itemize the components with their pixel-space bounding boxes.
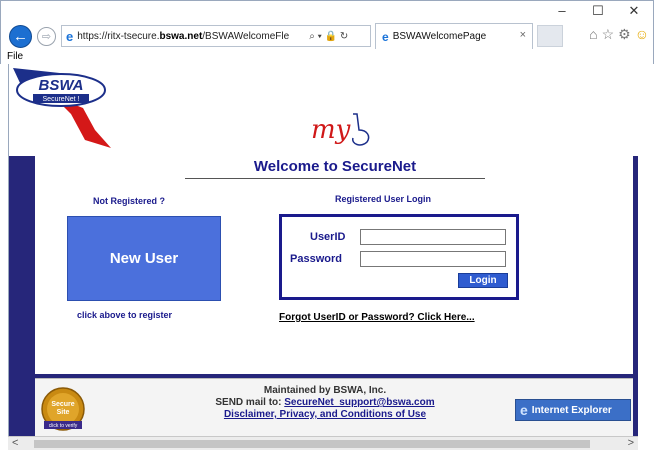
address-bar[interactable]: e https://ritx-tsecure.bswa.net/BSWAWelc… bbox=[61, 25, 371, 47]
ie-logo-icon: e bbox=[520, 402, 528, 418]
home-icon[interactable]: ⌂ bbox=[589, 26, 597, 43]
userid-input[interactable] bbox=[360, 229, 506, 245]
tab-close-icon[interactable]: × bbox=[520, 29, 526, 41]
maximize-button[interactable]: ☐ bbox=[591, 3, 605, 19]
support-email-link[interactable]: SecureNet_support@bswa.com bbox=[284, 397, 434, 408]
my-florida-logo: my bbox=[311, 113, 370, 146]
scroll-left-icon[interactable]: < bbox=[12, 437, 18, 449]
ie-site-icon: e bbox=[66, 28, 74, 44]
main-content: Welcome to SecureNet Not Registered ? Ne… bbox=[35, 156, 633, 374]
page-title: Welcome to SecureNet bbox=[253, 158, 417, 175]
tab-favicon-icon: e bbox=[382, 29, 389, 44]
address-bar-icons[interactable]: ⌕ ▾ 🔒 ↻ bbox=[309, 31, 348, 42]
not-registered-label: Not Registered ? bbox=[93, 196, 166, 206]
url-domain: bswa.net bbox=[159, 30, 203, 42]
send-mail-label: SEND mail to: bbox=[215, 397, 282, 408]
page-content: BSWA SecureNet ! my Welcome to SecureNet… bbox=[8, 64, 638, 436]
seal-line-2: Site bbox=[57, 409, 70, 416]
page-footer: Secure Site click to verify Maintained b… bbox=[35, 378, 633, 436]
browser-chrome: – ☐ ✕ ← ⇨ e https://ritx-tsecure.bswa.ne… bbox=[0, 0, 654, 64]
password-label: Password bbox=[290, 253, 342, 265]
page-header: BSWA SecureNet ! my bbox=[9, 64, 638, 156]
seal-line-3: click to verify bbox=[49, 423, 78, 429]
footer-text: Maintained by BSWA, Inc. SEND mail to: S… bbox=[175, 385, 475, 421]
back-arrow-icon: ← bbox=[13, 28, 28, 45]
seal-line-1: Secure bbox=[51, 401, 74, 408]
tab-bswa-welcome[interactable]: e BSWAWelcomePage × bbox=[375, 23, 533, 49]
browser-toolbar-icons: ⌂ ☆ ⚙ ☺ bbox=[589, 26, 649, 43]
password-input[interactable] bbox=[360, 251, 506, 267]
forgot-credentials-link[interactable]: Forgot UserID or Password? Click Here... bbox=[279, 312, 475, 323]
new-tab-button[interactable] bbox=[537, 25, 563, 47]
bswa-logo-subtext: SecureNet ! bbox=[43, 96, 80, 103]
disclaimer-link[interactable]: Disclaimer, Privacy, and Conditions of U… bbox=[175, 409, 475, 421]
favorites-star-icon[interactable]: ☆ bbox=[602, 26, 615, 43]
forward-button[interactable]: ⇨ bbox=[37, 27, 56, 46]
menu-bar: File bbox=[7, 51, 23, 62]
feedback-smiley-icon[interactable]: ☺ bbox=[635, 26, 649, 43]
minimize-button[interactable]: – bbox=[555, 3, 569, 19]
back-button[interactable]: ← bbox=[9, 25, 32, 48]
settings-gear-icon[interactable]: ⚙ bbox=[618, 26, 631, 43]
forward-arrow-icon: ⇨ bbox=[41, 31, 52, 43]
my-logo-text: my bbox=[311, 115, 351, 145]
url-prefix: https://ritx-tsecure. bbox=[77, 30, 160, 42]
url-text[interactable]: https://ritx-tsecure.bswa.net/BSWAWelcom… bbox=[77, 31, 305, 42]
maintained-by-text: Maintained by BSWA, Inc. bbox=[263, 385, 387, 396]
close-window-button[interactable]: ✕ bbox=[627, 3, 641, 19]
tab-title: BSWAWelcomePage bbox=[392, 31, 487, 42]
userid-label: UserID bbox=[310, 231, 346, 243]
content-frame: Welcome to SecureNet Not Registered ? Ne… bbox=[9, 156, 638, 436]
scroll-right-icon[interactable]: > bbox=[628, 437, 634, 449]
new-user-button[interactable]: New User bbox=[67, 216, 221, 301]
ie-badge-label: Internet Explorer bbox=[531, 404, 612, 416]
login-form: UserID Password Login bbox=[279, 214, 519, 300]
login-button[interactable]: Login bbox=[458, 273, 508, 288]
menu-file[interactable]: File bbox=[7, 51, 23, 62]
click-register-label: click above to register bbox=[77, 310, 173, 320]
scrollbar-thumb[interactable] bbox=[34, 440, 590, 448]
bswa-logo: BSWA SecureNet ! bbox=[13, 68, 111, 148]
secure-site-seal[interactable]: Secure Site click to verify bbox=[41, 387, 85, 431]
send-mail-line: SEND mail to: SecureNet_support@bswa.com bbox=[175, 397, 475, 409]
bswa-logo-text: BSWA bbox=[39, 77, 84, 94]
title-divider bbox=[185, 178, 485, 179]
horizontal-scrollbar[interactable]: < > bbox=[8, 436, 638, 450]
window-controls: – ☐ ✕ bbox=[555, 3, 641, 19]
login-heading: Registered User Login bbox=[335, 194, 432, 204]
internet-explorer-badge[interactable]: e Internet Explorer bbox=[515, 399, 631, 421]
url-suffix: /BSWAWelcomeFle bbox=[202, 30, 290, 42]
